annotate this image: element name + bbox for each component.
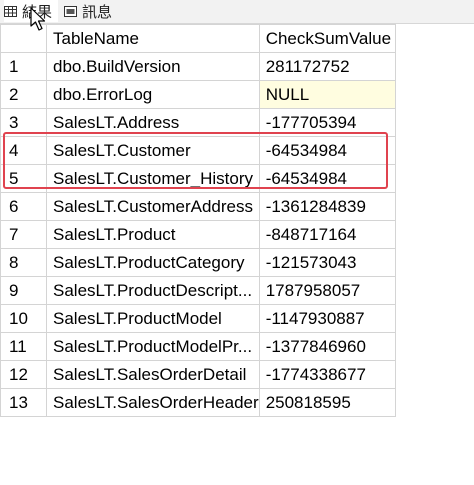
tablename-cell[interactable]: SalesLT.Customer <box>46 136 260 165</box>
checksum-cell[interactable]: -64534984 <box>258 136 396 165</box>
column-header-checksumvalue[interactable]: CheckSumValue <box>258 24 396 53</box>
row-number[interactable]: 9 <box>0 276 47 305</box>
row-number[interactable]: 2 <box>0 80 47 109</box>
row-number[interactable]: 10 <box>0 304 47 333</box>
row-number[interactable]: 12 <box>0 360 47 389</box>
row-number[interactable]: 8 <box>0 248 47 277</box>
checksum-cell[interactable]: -1774338677 <box>258 360 396 389</box>
table-row[interactable]: 5 SalesLT.Customer_History -64534984 <box>0 164 396 193</box>
table-row[interactable]: 6 SalesLT.CustomerAddress -1361284839 <box>0 192 396 221</box>
tablename-cell[interactable]: SalesLT.CustomerAddress <box>46 192 260 221</box>
checksum-cell[interactable]: 250818595 <box>258 388 396 417</box>
table-row[interactable]: 10 SalesLT.ProductModel -1147930887 <box>0 304 396 333</box>
checksum-cell[interactable]: 281172752 <box>258 52 396 81</box>
tab-results-label: 結果 <box>22 2 53 21</box>
tablename-cell[interactable]: SalesLT.ProductModel <box>46 304 260 333</box>
grid-icon <box>4 5 17 17</box>
table-row[interactable]: 1 dbo.BuildVersion 281172752 <box>0 52 396 81</box>
row-number-header[interactable] <box>0 24 47 53</box>
table-row[interactable]: 8 SalesLT.ProductCategory -121573043 <box>0 248 396 277</box>
results-grid: TableName CheckSumValue 1 dbo.BuildVersi… <box>0 24 396 417</box>
checksum-cell[interactable]: -177705394 <box>258 108 396 137</box>
row-number[interactable]: 5 <box>0 164 47 193</box>
table-row[interactable]: 3 SalesLT.Address -177705394 <box>0 108 396 137</box>
tablename-cell[interactable]: SalesLT.ProductModelPr... <box>46 332 260 361</box>
checksum-cell[interactable]: -64534984 <box>258 164 396 193</box>
row-number[interactable]: 6 <box>0 192 47 221</box>
checksum-cell[interactable]: -1361284839 <box>258 192 396 221</box>
table-row[interactable]: 7 SalesLT.Product -848717164 <box>0 220 396 249</box>
tablename-cell[interactable]: SalesLT.SalesOrderDetail <box>46 360 260 389</box>
tablename-cell[interactable]: SalesLT.Product <box>46 220 260 249</box>
tab-results[interactable]: 結果 <box>4 0 58 22</box>
table-row[interactable]: 13 SalesLT.SalesOrderHeader 250818595 <box>0 388 396 417</box>
tab-messages-label: 訊息 <box>82 2 113 21</box>
tablename-cell[interactable]: SalesLT.ProductCategory <box>46 248 260 277</box>
row-number[interactable]: 1 <box>0 52 47 81</box>
column-header-tablename[interactable]: TableName <box>46 24 260 53</box>
checksum-cell[interactable]: 1787958057 <box>258 276 396 305</box>
row-number[interactable]: 4 <box>0 136 47 165</box>
table-row[interactable]: 11 SalesLT.ProductModelPr... -1377846960 <box>0 332 396 361</box>
table-row[interactable]: 9 SalesLT.ProductDescript... 1787958057 <box>0 276 396 305</box>
row-number[interactable]: 3 <box>0 108 47 137</box>
results-tab-bar: 結果 訊息 <box>0 0 474 23</box>
checksum-cell-null[interactable]: NULL <box>258 80 396 109</box>
checksum-cell[interactable]: -121573043 <box>258 248 396 277</box>
row-number[interactable]: 13 <box>0 388 47 417</box>
checksum-cell[interactable]: -1147930887 <box>258 304 396 333</box>
table-row[interactable]: 2 dbo.ErrorLog NULL <box>0 80 396 109</box>
tablename-cell[interactable]: SalesLT.ProductDescript... <box>46 276 260 305</box>
row-number[interactable]: 11 <box>0 332 47 361</box>
header-row: TableName CheckSumValue <box>0 24 396 53</box>
table-row[interactable]: 4 SalesLT.Customer -64534984 <box>0 136 396 165</box>
table-row[interactable]: 12 SalesLT.SalesOrderDetail -1774338677 <box>0 360 396 389</box>
checksum-cell[interactable]: -1377846960 <box>258 332 396 361</box>
row-number[interactable]: 7 <box>0 220 47 249</box>
checksum-cell[interactable]: -848717164 <box>258 220 396 249</box>
tab-messages[interactable]: 訊息 <box>64 0 120 22</box>
messages-icon <box>64 5 77 17</box>
results-grid-area: TableName CheckSumValue 1 dbo.BuildVersi… <box>0 23 474 485</box>
tablename-cell[interactable]: SalesLT.SalesOrderHeader <box>46 388 260 417</box>
tablename-cell[interactable]: dbo.BuildVersion <box>46 52 260 81</box>
tablename-cell[interactable]: SalesLT.Customer_History <box>46 164 260 193</box>
tablename-cell[interactable]: SalesLT.Address <box>46 108 260 137</box>
tablename-cell[interactable]: dbo.ErrorLog <box>46 80 260 109</box>
